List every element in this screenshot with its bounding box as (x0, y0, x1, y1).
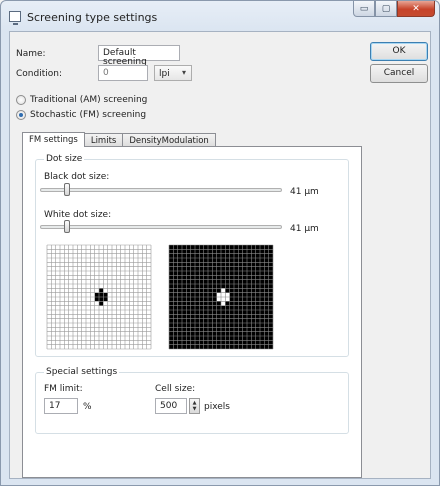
caption-buttons: ▭ ▢ ✕ (353, 1, 435, 17)
dot-pixel (216, 297, 221, 302)
settings-tabs: FM settings Limits DensityModulation (22, 132, 216, 147)
dialog-client-area: Name: Default screening Condition: 0 lpi… (9, 31, 431, 479)
am-screening-option[interactable]: Traditional (AM) screening (16, 95, 147, 105)
fm-limit-unit: % (83, 402, 92, 412)
black-dot-preview (46, 244, 152, 350)
fm-settings-panel: Dot size Black dot size: 41 µm White dot… (22, 146, 362, 478)
tab-limits[interactable]: Limits (83, 133, 124, 147)
special-settings-group-title: Special settings (44, 367, 120, 377)
white-dot-size-value: 41 µm (290, 224, 319, 234)
black-dot-slider-track[interactable] (40, 188, 282, 192)
title-bar[interactable]: Screening type settings ▭ ▢ ✕ (1, 1, 439, 31)
condition-input[interactable]: 0 (98, 65, 148, 81)
fm-limit-label: FM limit: (44, 384, 83, 394)
dot-pixel (99, 297, 104, 302)
fm-screening-option[interactable]: Stochastic (FM) screening (16, 110, 146, 120)
tab-density-modulation[interactable]: DensityModulation (122, 133, 216, 147)
am-radio-label: Traditional (AM) screening (30, 95, 148, 105)
dot-size-group: Dot size Black dot size: 41 µm White dot… (35, 154, 349, 357)
tab-fm-settings[interactable]: FM settings (22, 132, 85, 147)
am-radio[interactable] (16, 95, 26, 105)
dot-pixel (99, 292, 104, 297)
dot-size-group-title: Dot size (44, 154, 85, 164)
dot-pixel (225, 292, 230, 297)
cell-size-input[interactable]: 500 (155, 398, 187, 414)
special-settings-group: Special settings FM limit: 17 % Cell siz… (35, 367, 349, 434)
fm-radio-label: Stochastic (FM) screening (30, 110, 147, 120)
dot-pixel (99, 288, 104, 293)
white-dot-size-label: White dot size: (44, 210, 112, 220)
spin-down-icon[interactable]: ▼ (193, 406, 197, 412)
dot-pixel (103, 297, 108, 302)
cell-size-spinner[interactable]: ▲ ▼ (189, 398, 200, 414)
cancel-button[interactable]: Cancel (370, 64, 428, 83)
close-button[interactable]: ✕ (397, 1, 435, 17)
ok-button[interactable]: OK (370, 42, 428, 61)
dot-pixel (221, 288, 226, 293)
name-input[interactable]: Default screening (98, 45, 180, 67)
fm-radio[interactable] (16, 110, 26, 120)
cell-size-label: Cell size: (155, 384, 196, 394)
black-dot-slider-thumb[interactable] (63, 183, 70, 196)
dot-pixel (94, 292, 99, 297)
window-title: Screening type settings (27, 11, 158, 24)
name-label: Name: (16, 49, 46, 59)
monitor-icon (9, 11, 21, 25)
dot-pixel (221, 292, 226, 297)
white-dot-preview (168, 244, 274, 350)
dot-pixel (216, 292, 221, 297)
cell-size-unit: pixels (204, 402, 230, 412)
dot-pixel (225, 297, 230, 302)
unit-dropdown-value: lpi (159, 69, 170, 79)
dot-pixel (221, 297, 226, 302)
dot-pixel (221, 301, 226, 306)
dot-pixel (103, 292, 108, 297)
chevron-down-icon: ▾ (181, 68, 186, 77)
minimize-button[interactable]: ▭ (353, 1, 375, 17)
black-dot-size-label: Black dot size: (44, 172, 110, 182)
white-dot-slider-thumb[interactable] (63, 220, 70, 233)
settings-window: Screening type settings ▭ ▢ ✕ Name: Defa… (0, 0, 440, 486)
unit-dropdown[interactable]: lpi ▾ (154, 65, 192, 81)
dot-pixel (94, 297, 99, 302)
maximize-button[interactable]: ▢ (375, 1, 397, 17)
fm-limit-input[interactable]: 17 (44, 398, 78, 414)
dot-pixel (99, 301, 104, 306)
condition-label: Condition: (16, 69, 62, 79)
white-dot-slider-track[interactable] (40, 225, 282, 229)
black-dot-size-value: 41 µm (290, 187, 319, 197)
